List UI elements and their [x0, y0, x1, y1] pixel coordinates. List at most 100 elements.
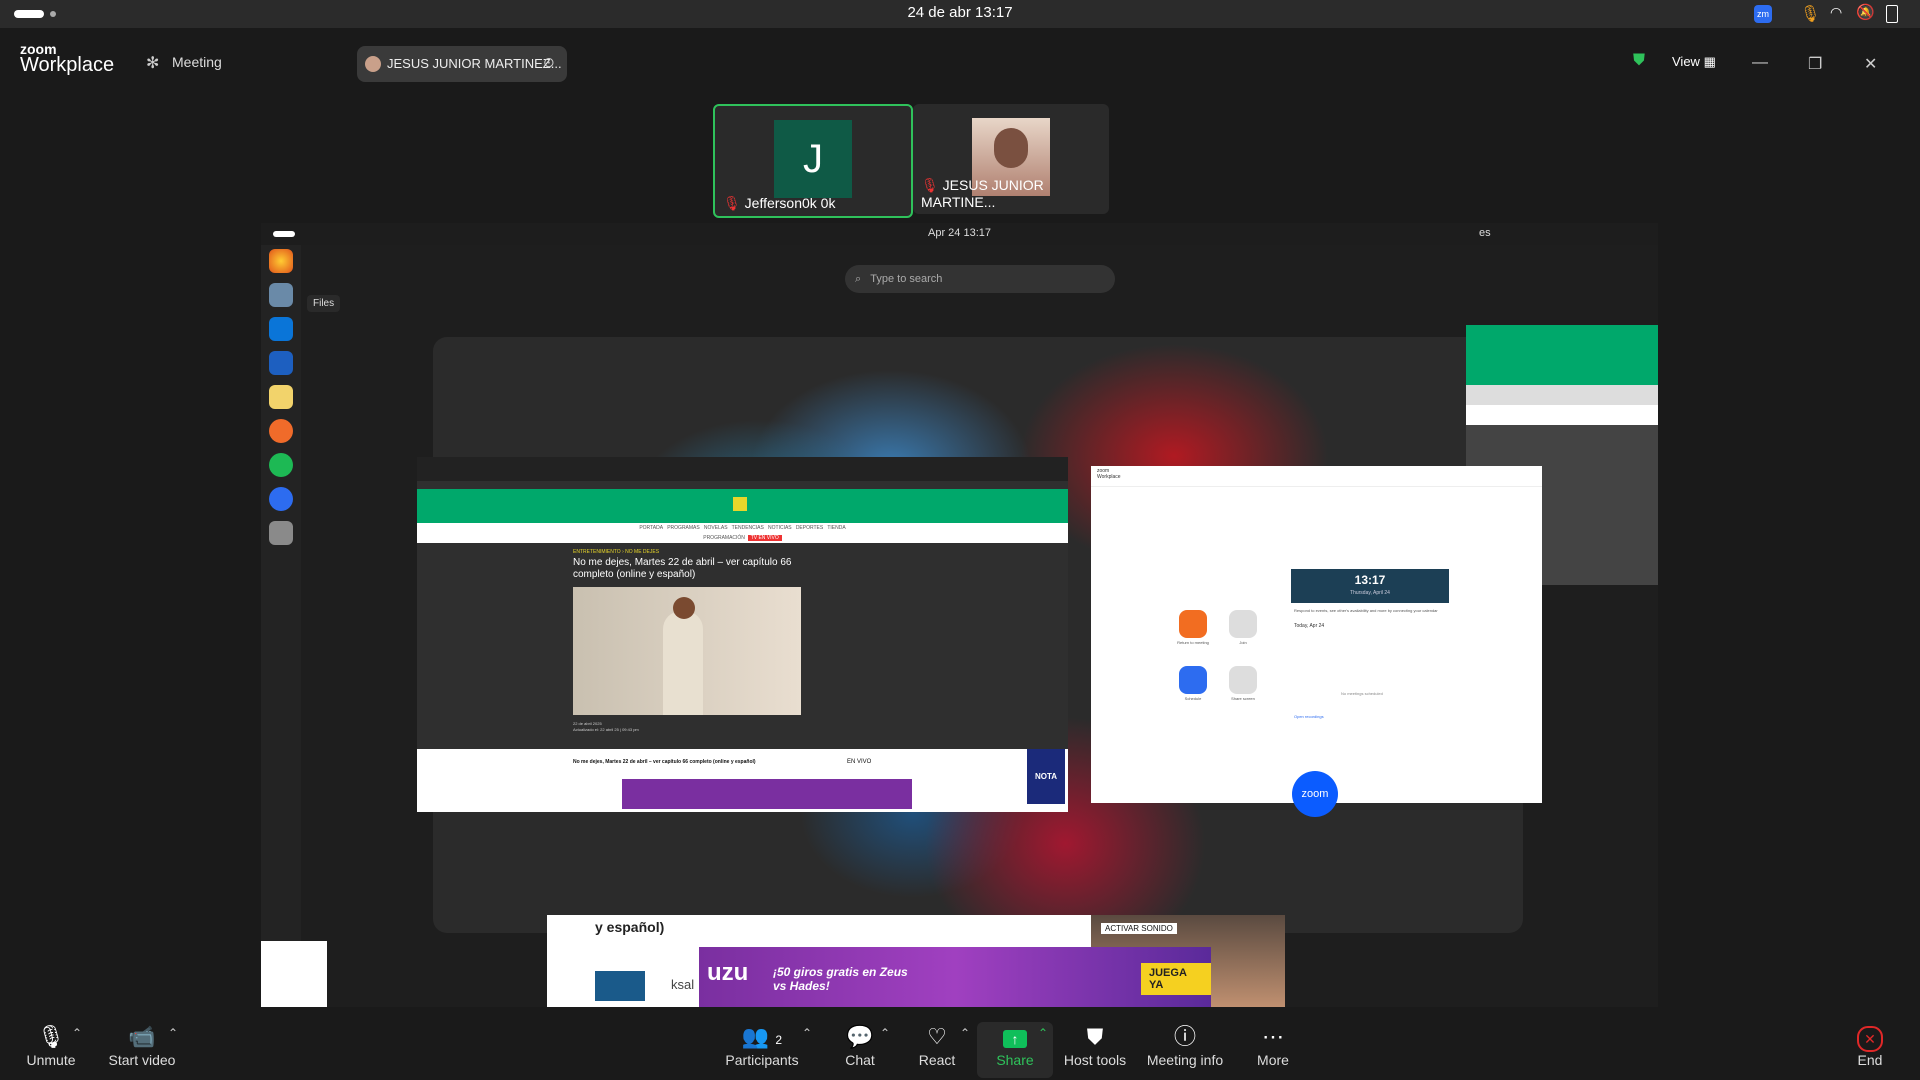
- white-block: [261, 941, 327, 1007]
- grid-icon: ▦: [1703, 54, 1716, 69]
- participants-options-chevron[interactable]: ⌃: [802, 1026, 812, 1040]
- site-header: [417, 489, 1068, 523]
- shield-icon: ⛊: [1086, 1024, 1104, 1049]
- participant-tile[interactable]: J 🎙 Jefferson0k 0k: [713, 104, 913, 218]
- schedule-button[interactable]: [1179, 666, 1207, 694]
- dock-tooltip: Files: [307, 295, 341, 312]
- vscode-icon[interactable]: [269, 317, 293, 341]
- browser-window[interactable]: PORTADA PROGRAMAS NOVELAS TENDENCIAS NOT…: [417, 457, 1068, 812]
- zoom-icon[interactable]: [269, 487, 293, 511]
- participants-button[interactable]: 👥 2 Participants: [718, 1022, 806, 1068]
- article-image[interactable]: [573, 587, 801, 715]
- shared-screen: Apr 24 13:17 es Files ⌕ Type to search P…: [261, 223, 1658, 1007]
- os-top-bar: 24 de abr 13:17 zm 🎙 ◠ 🔕: [0, 0, 1920, 28]
- spotify-icon[interactable]: [269, 453, 293, 477]
- microphone-icon[interactable]: 🎙: [1800, 4, 1820, 24]
- zoom-window-brand: zoom Workplace: [1097, 468, 1121, 480]
- face-shape: [994, 128, 1028, 168]
- remote-desktop-icon[interactable]: [269, 351, 293, 375]
- trash-icon[interactable]: [269, 521, 293, 545]
- react-options-chevron[interactable]: ⌃: [960, 1026, 970, 1040]
- nav-item[interactable]: PROGRAMACIÓN: [703, 535, 745, 541]
- host-name-chip[interactable]: JESUS JUNIOR MARTINEZ... ⊙: [357, 46, 567, 82]
- ad-cta-button[interactable]: JUEGA YA: [1141, 963, 1211, 995]
- nav-item[interactable]: DEPORTES: [796, 525, 823, 531]
- meeting-label[interactable]: Meeting: [172, 54, 222, 70]
- meeting-info-label: Meeting info: [1146, 1052, 1224, 1068]
- nav-item[interactable]: NOVELAS: [704, 525, 728, 531]
- article-date: 22 de abril 2025: [573, 721, 602, 726]
- nav-item[interactable]: TIENDA: [827, 525, 845, 531]
- more-icon: ⋯: [1262, 1024, 1284, 1049]
- nav-item[interactable]: NOTICIAS: [768, 525, 792, 531]
- zoom-tray-icon[interactable]: zm: [1754, 5, 1772, 23]
- audio-options-chevron[interactable]: ⌃: [72, 1026, 82, 1040]
- side-panel-strip: [1466, 405, 1658, 425]
- zoom-date: Thursday, April 24: [1350, 590, 1390, 596]
- more-options-icon[interactable]: ⊙: [543, 54, 555, 71]
- meeting-settings-icon[interactable]: ✻: [146, 53, 159, 73]
- shield-icon[interactable]: ⛊: [1633, 52, 1645, 70]
- search-input[interactable]: ⌕ Type to search: [845, 265, 1115, 293]
- start-video-label: Start video: [108, 1052, 176, 1068]
- close-icon[interactable]: ✕: [1864, 54, 1877, 74]
- participants-icon: 👥 2: [741, 1024, 783, 1049]
- join-button[interactable]: [1229, 610, 1257, 638]
- battery-icon[interactable]: [1886, 5, 1898, 23]
- video-options-chevron[interactable]: ⌃: [168, 1026, 178, 1040]
- nav-item[interactable]: PORTADA: [639, 525, 663, 531]
- ad-text: ¡50 giros gratis en Zeus vs Hades!: [773, 965, 908, 993]
- nav-item[interactable]: TENDENCIAS: [732, 525, 764, 531]
- host-tools-button[interactable]: ⛊ Host tools: [1060, 1022, 1130, 1068]
- share-options-chevron[interactable]: ⌃: [1038, 1026, 1048, 1040]
- pen-app-icon[interactable]: [269, 419, 293, 443]
- person-figure: [663, 611, 703, 715]
- end-button[interactable]: ✕ End: [1854, 1022, 1886, 1068]
- return-to-meeting-button[interactable]: [1179, 610, 1207, 638]
- footer-title: No me dejes, Martes 22 de abril – ver ca…: [573, 759, 756, 765]
- more-button[interactable]: ⋯ More: [1250, 1022, 1296, 1068]
- react-button[interactable]: ♡ React: [912, 1022, 962, 1068]
- zoom-logo-bottom: Workplace: [20, 54, 115, 76]
- participant-tile[interactable]: 🎙 JESUS JUNIOR MARTINE...: [913, 104, 1109, 214]
- view-button[interactable]: View ▦: [1672, 54, 1716, 70]
- shared-clock: Apr 24 13:17: [928, 227, 991, 239]
- os-clock[interactable]: 24 de abr 13:17: [0, 4, 1920, 21]
- ad-banner[interactable]: uzu ¡50 giros gratis en Zeus vs Hades! J…: [699, 947, 1211, 1007]
- share-button[interactable]: ↑ Share: [990, 1022, 1040, 1068]
- restore-icon[interactable]: ❐: [1808, 54, 1822, 74]
- zoom-clock: 13:17: [1354, 573, 1386, 587]
- notifications-off-icon[interactable]: 🔕: [1856, 3, 1875, 21]
- muted-mic-icon: 🎙: [723, 195, 741, 211]
- heart-icon: ♡: [927, 1024, 947, 1049]
- thumbnail: [595, 971, 645, 1001]
- share-screen-button[interactable]: [1229, 666, 1257, 694]
- participant-name: 🎙 Jefferson0k 0k: [723, 195, 836, 211]
- view-label: View: [1672, 54, 1700, 69]
- ad-banner-small[interactable]: [622, 779, 912, 809]
- banner-heading: y español): [595, 919, 665, 935]
- chat-options-chevron[interactable]: ⌃: [880, 1026, 890, 1040]
- side-panel-header: [1466, 325, 1658, 385]
- files-icon[interactable]: [269, 283, 293, 307]
- zoom-badge[interactable]: zoom: [1292, 771, 1338, 817]
- language-indicator: es: [1479, 227, 1491, 239]
- meeting-info-button[interactable]: ⓘ Meeting info: [1144, 1022, 1226, 1068]
- nav-item-live[interactable]: TV EN VIVO: [747, 535, 782, 541]
- article-title: No me dejes, Martes 22 de abril – ver ca…: [573, 557, 792, 580]
- host-tools-label: Host tools: [1063, 1052, 1127, 1068]
- zoom-app-window[interactable]: zoom Workplace Return to meeting Join Sch…: [1091, 466, 1542, 803]
- nota-badge[interactable]: NOTA: [1027, 749, 1065, 804]
- unmute-video-button[interactable]: ACTIVAR SONIDO: [1101, 923, 1177, 934]
- today-label[interactable]: Today, Apr 24: [1294, 623, 1324, 629]
- chat-label: Chat: [845, 1052, 875, 1068]
- site-logo: [733, 497, 747, 511]
- text-editor-icon[interactable]: [269, 385, 293, 409]
- wifi-icon[interactable]: ◠: [1830, 4, 1842, 21]
- nav-item[interactable]: PROGRAMAS: [667, 525, 700, 531]
- open-recordings-link[interactable]: Open recordings: [1294, 714, 1324, 719]
- chat-button[interactable]: 💬 Chat: [838, 1022, 882, 1068]
- firefox-icon[interactable]: [269, 249, 293, 273]
- minimize-icon[interactable]: —: [1752, 54, 1768, 72]
- no-meetings-text: No meetings scheduled: [1341, 691, 1383, 696]
